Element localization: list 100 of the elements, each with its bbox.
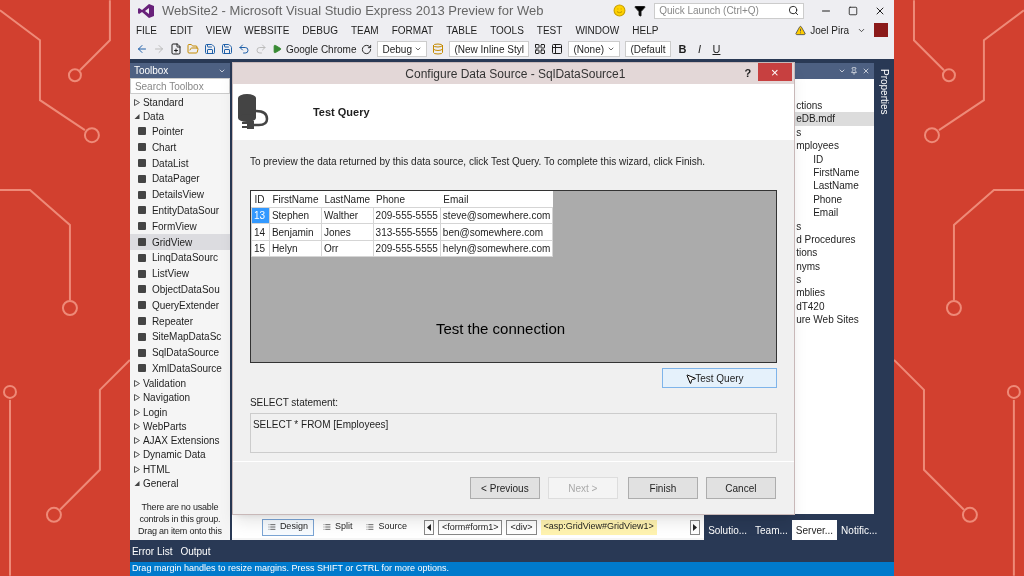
toolbox-item[interactable]: Chart xyxy=(129,139,230,156)
caret-icon xyxy=(607,45,616,53)
menu-item[interactable]: DEBUG xyxy=(302,22,338,38)
view-icon xyxy=(267,523,276,531)
layout-icon[interactable] xyxy=(534,43,547,55)
toolbox-item[interactable]: EntityDataSour xyxy=(129,202,230,219)
panel-tab[interactable]: Team... xyxy=(751,520,792,540)
panel-tab[interactable]: Server... xyxy=(791,520,838,540)
avatar[interactable] xyxy=(874,23,889,37)
column-header: ID xyxy=(251,191,270,208)
toolbox-item[interactable]: DataPager xyxy=(129,171,230,187)
toolbox-item[interactable]: LinqDataSourc xyxy=(129,249,230,266)
caret-icon xyxy=(414,45,423,53)
database-plug-icon xyxy=(236,93,271,132)
view-tab[interactable]: Source xyxy=(361,518,412,536)
collapsed-icon xyxy=(133,98,140,106)
toolbox-item[interactable]: SiteMapDataSc xyxy=(129,328,230,345)
toolbox-item[interactable]: XmlDataSource xyxy=(129,360,230,377)
menu-item[interactable]: VIEW xyxy=(205,22,232,38)
toolbox-item[interactable]: FormView xyxy=(129,218,230,235)
breadcrumb-tag[interactable]: <form#form1> xyxy=(437,519,503,535)
toolbox-item[interactable]: ObjectDataSou xyxy=(129,281,230,298)
bottom-tab[interactable]: Output xyxy=(180,543,211,559)
column-header: LastName xyxy=(321,191,374,208)
toolbox-group[interactable]: Dynamic Data xyxy=(129,447,230,463)
test-query-button[interactable]: Test Query xyxy=(661,368,777,389)
statement-field[interactable]: SELECT * FROM [Employees] xyxy=(249,413,777,454)
user-name[interactable]: Joel Pira xyxy=(810,22,850,38)
undo-icon[interactable] xyxy=(237,43,250,55)
empty-message: There are no usable controls in this group. Drag an item onto this xyxy=(137,500,223,537)
toolbox-group[interactable]: WebParts xyxy=(129,419,230,434)
format-button[interactable]: B xyxy=(676,40,689,58)
menu-item[interactable]: WEBSITE xyxy=(244,22,290,38)
toolbox-group[interactable]: Validation xyxy=(129,376,230,391)
class-dropdown[interactable]: (None) xyxy=(568,41,621,57)
panel-tab[interactable]: Notific... xyxy=(837,520,882,540)
toolbox-item[interactable]: DetailsView xyxy=(129,186,230,203)
new-file-icon[interactable] xyxy=(169,43,182,55)
warning-icon xyxy=(795,24,807,36)
wizard-button[interactable]: Finish xyxy=(627,477,698,500)
run-button[interactable]: Google Chrome xyxy=(271,41,357,57)
format-button[interactable]: U xyxy=(710,40,723,58)
toolbox-group[interactable]: General xyxy=(129,476,230,491)
toolbox-item[interactable]: Pointer xyxy=(129,123,230,140)
column-header: Phone xyxy=(373,191,441,208)
refresh-icon[interactable] xyxy=(361,43,373,55)
breadcrumb-tag[interactable]: <asp:GridView#GridView1> xyxy=(540,519,657,535)
toolbox-item[interactable]: Repeater xyxy=(129,313,230,329)
wizard-button[interactable]: Cancel xyxy=(705,477,776,500)
toolbox-group[interactable]: AJAX Extensions xyxy=(129,433,230,448)
table-icon[interactable] xyxy=(551,43,564,55)
close-button[interactable]: × xyxy=(757,63,792,81)
menu-item[interactable]: HELP xyxy=(632,22,659,38)
wizard-button[interactable]: < Previous xyxy=(469,477,540,500)
toolbox-group[interactable]: Login xyxy=(129,404,230,420)
menu-item[interactable]: EDIT xyxy=(170,22,193,38)
table-cell: Helyn xyxy=(269,240,322,257)
scroll-left-icon[interactable] xyxy=(423,519,434,535)
table-cell: 14 xyxy=(251,223,270,241)
table-cell: helyn@somewhere.com xyxy=(440,240,553,257)
save-all-icon[interactable] xyxy=(220,43,233,55)
instruction-text: To preview the data returned by this data source, click Test Query. To complete this wizard, click Finish. xyxy=(249,155,707,170)
bottom-tab[interactable]: Error List xyxy=(131,543,173,559)
panel-tab[interactable]: Solutio... xyxy=(704,520,752,540)
scroll-right-icon[interactable] xyxy=(690,519,701,535)
menu-item[interactable]: TEST xyxy=(536,22,563,38)
save-icon[interactable] xyxy=(203,43,216,55)
page-heading: Test Query xyxy=(312,104,370,120)
menu-item[interactable]: WINDOW xyxy=(575,22,620,38)
toolbox-item[interactable]: QueryExtender xyxy=(129,297,230,314)
menu-item[interactable]: TEAM xyxy=(350,22,379,38)
menu-item[interactable]: TOOLS xyxy=(490,22,524,38)
help-button[interactable]: ? xyxy=(737,65,758,82)
toolbox-group[interactable]: Navigation xyxy=(129,390,230,405)
configuration-dropdown[interactable]: Debug xyxy=(377,41,428,57)
toolbox-group[interactable]: HTML xyxy=(129,462,230,477)
toolbox-item[interactable]: GridView xyxy=(129,234,230,250)
toolbox-group[interactable]: Standard xyxy=(129,95,230,110)
menu-item[interactable]: FILE xyxy=(135,22,157,38)
toolbox-group[interactable]: Data xyxy=(129,109,230,124)
back-icon[interactable] xyxy=(135,43,148,55)
format-button[interactable]: I xyxy=(693,40,706,58)
breadcrumb-tag[interactable]: <div> xyxy=(506,519,537,535)
pin-icon[interactable] xyxy=(850,67,859,75)
menu-item[interactable]: FORMAT xyxy=(391,22,434,38)
font-dropdown[interactable]: (Default xyxy=(625,41,672,57)
menu-item[interactable]: TABLE xyxy=(446,22,478,38)
toolbox-item[interactable]: SqlDataSource xyxy=(129,344,230,361)
quick-launch-field[interactable]: Quick Launch (Ctrl+Q) xyxy=(654,2,805,19)
notification-icon[interactable] xyxy=(634,4,647,17)
style-dropdown[interactable]: (New Inline Styl xyxy=(449,41,530,57)
view-tab[interactable]: Split xyxy=(317,518,358,536)
toolbox-item[interactable]: ListView xyxy=(129,265,230,282)
maximize-icon[interactable] xyxy=(848,5,859,16)
caret-icon[interactable] xyxy=(838,67,847,75)
database-icon[interactable] xyxy=(432,43,445,55)
toolbox-item[interactable]: DataList xyxy=(129,155,230,171)
search-field[interactable]: Search Toolbox xyxy=(129,78,230,94)
properties-tab[interactable]: Properties xyxy=(876,67,892,117)
view-tab[interactable]: Design xyxy=(261,518,314,536)
